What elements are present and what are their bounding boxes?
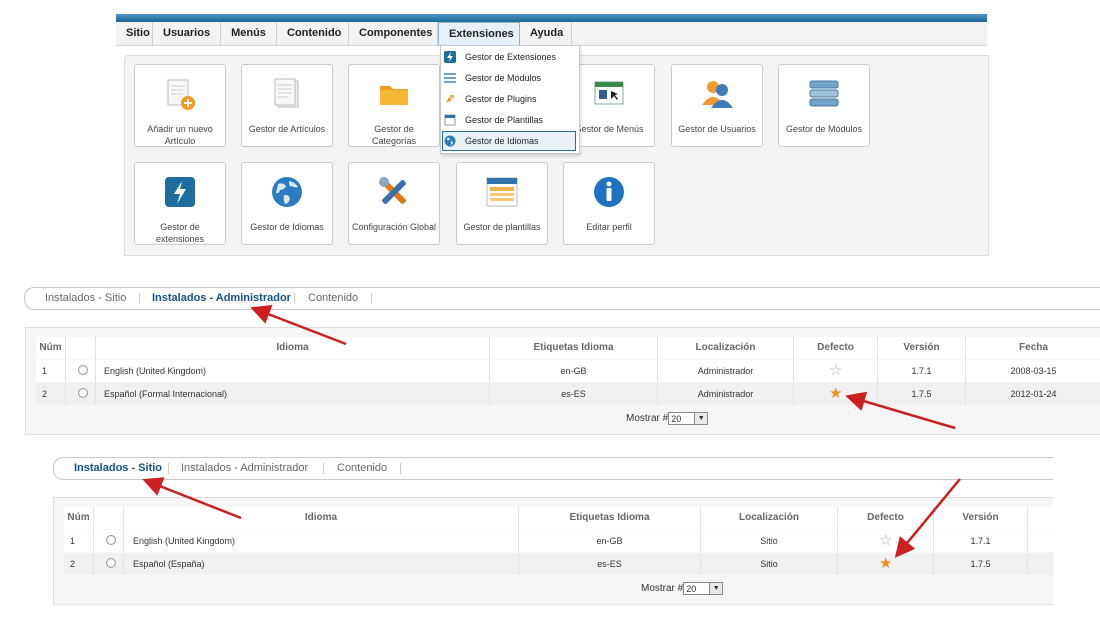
arrow-to-admin-default-star [845,391,956,430]
arrow-to-site-default-star [894,478,961,558]
arrow-to-site-tab [142,477,242,520]
annotation-arrows [142,305,961,558]
arrow-to-admin-tab [250,305,347,346]
